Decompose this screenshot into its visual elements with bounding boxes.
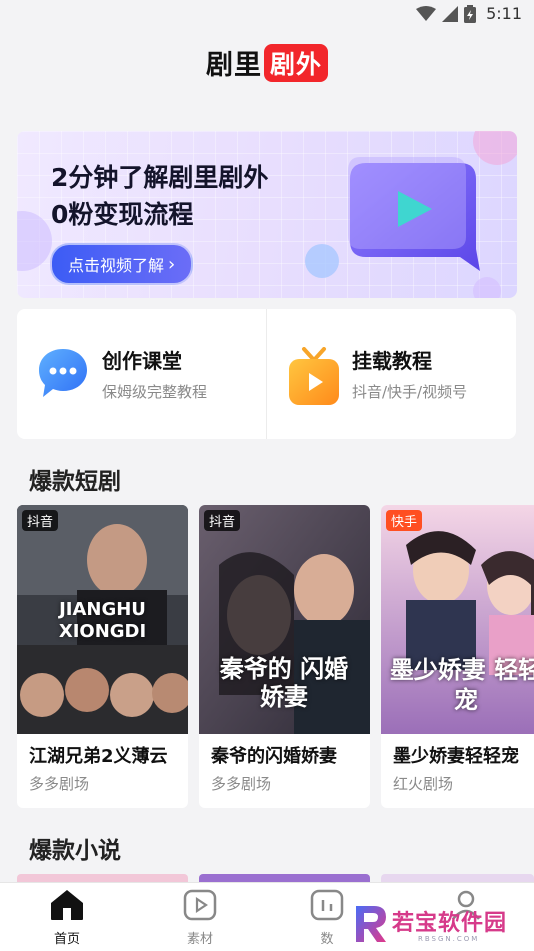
video-bubble-icon [348,153,483,279]
drama-card[interactable]: 墨少娇妻 轻轻宠 快手 墨少娇妻轻轻宠 红火剧场 [381,505,534,808]
drama-title: 江湖兄弟2义薄云 [29,746,168,767]
drama-poster: 秦爷的 闪婚娇妻 抖音 [199,505,370,734]
watch-video-button[interactable]: 点击视频了解 › [50,243,194,285]
watermark-subtext: RBSGN.COM [418,935,480,943]
poster-title: JIANGHU XIONGDI [58,599,147,642]
banner-title: 2分钟了解剧里剧外 0粉变现流程 [51,159,268,233]
tab-label: 素材 [186,932,213,947]
logo-main-text: 剧里 [205,50,262,81]
watermark-text: 若宝软件园 [392,911,508,936]
platform-badge: 快手 [386,510,423,531]
drama-card[interactable]: 秦爷的 闪婚娇妻 抖音 秦爷的闪婚娇妻 多多剧场 [199,505,370,808]
chart-icon [310,889,344,921]
drama-card[interactable]: JIANGHU XIONGDI 抖音 江湖兄弟2义薄云 多多剧场 [17,505,188,808]
tv-play-icon [287,347,341,411]
wifi-icon [416,5,437,21]
feature-subtitle: 抖音/快手/视频号 [352,383,468,401]
platform-badge: 抖音 [204,510,241,531]
poster-title: 秦爷的 闪婚娇妻 [219,655,349,711]
banner-title-line2: 0粉变现流程 [51,200,194,229]
promo-banner[interactable]: 2分钟了解剧里剧外 0粉变现流程 点击视频了解 › [17,131,517,298]
feature-title: 创作课堂 [102,349,182,373]
drama-source: 多多剧场 [29,775,90,793]
status-time: 5:11 [486,4,522,23]
app-logo: 剧里 剧外 [0,43,534,82]
feature-subtitle: 保姆级完整教程 [102,383,208,401]
drama-source: 多多剧场 [211,775,272,793]
play-square-icon [183,889,217,921]
home-icon [51,890,83,920]
watch-video-button-label: 点击视频了解 [68,256,165,275]
feature-title: 挂载教程 [352,349,432,373]
banner-title-line1: 2分钟了解剧里剧外 [51,163,269,192]
logo-badge: 剧外 [263,43,328,82]
tab-label: 首页 [53,932,80,947]
section-title-dramas: 爆款短剧 [29,469,121,495]
feature-mount-tutorial[interactable]: 挂载教程 抖音/快手/视频号 [266,309,516,439]
section-title-novels: 爆款小说 [29,838,121,864]
tab-home[interactable]: 首页 [27,889,107,947]
feature-cards: 创作课堂 保姆级完整教程 挂载教程 抖音/快手/视频号 [17,309,516,439]
chevron-right-icon: › [168,253,176,275]
watermark-r-icon [356,906,386,942]
chat-bubble-icon [37,347,89,403]
tab-materials[interactable]: 素材 [160,889,240,947]
status-bar: 5:11 [0,0,534,30]
drama-poster: 墨少娇妻 轻轻宠 快手 [381,505,534,734]
drama-list: JIANGHU XIONGDI 抖音 江湖兄弟2义薄云 多多剧场 秦爷的 闪婚娇… [17,505,534,808]
battery-icon [464,4,477,23]
watermark-logo: 若宝软件园 RBSGN.COM [350,902,534,950]
status-icons: 5:11 [416,4,522,23]
signal-icon [442,5,459,22]
poster-title: 墨少娇妻 轻轻宠 [389,656,534,714]
drama-source: 红火剧场 [393,775,454,793]
platform-badge: 抖音 [22,510,59,531]
drama-poster: JIANGHU XIONGDI 抖音 [17,505,188,734]
feature-creation-class[interactable]: 创作课堂 保姆级完整教程 [17,309,266,439]
drama-title: 秦爷的闪婚娇妻 [211,746,337,767]
drama-title: 墨少娇妻轻轻宠 [393,746,519,767]
